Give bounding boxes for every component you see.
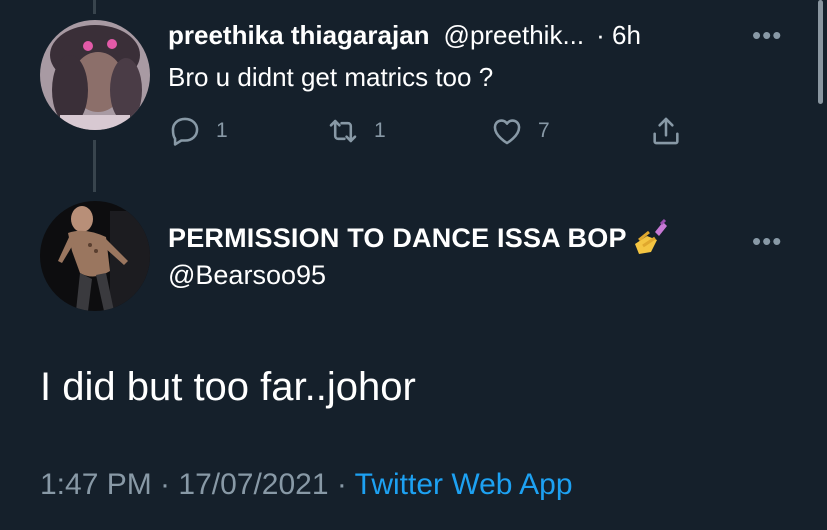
- more-icon[interactable]: •••: [752, 22, 782, 48]
- reply-icon: [171, 117, 199, 146]
- retweet-icon: [329, 119, 357, 143]
- reply-text: Bro u didnt get matrics too ?: [168, 62, 494, 92]
- more-icon[interactable]: •••: [752, 228, 782, 254]
- avatar[interactable]: [40, 20, 150, 130]
- avatar[interactable]: [40, 201, 150, 311]
- reply-display-name[interactable]: preethika thiagarajan: [168, 20, 430, 51]
- reply-button[interactable]: 1: [168, 114, 228, 148]
- like-button[interactable]: 7: [490, 114, 550, 148]
- nail-polish-emoji-icon: [631, 218, 671, 258]
- share-button[interactable]: [649, 114, 683, 148]
- thread-line-bottom: [93, 140, 96, 192]
- reply-time[interactable]: · 6h: [596, 20, 641, 51]
- reply-handle[interactable]: @preethik...: [444, 20, 585, 51]
- tweet-timestamp[interactable]: 1:47 PM · 17/07/2021 ·: [40, 468, 355, 501]
- heart-icon: [493, 119, 521, 145]
- share-icon: [653, 117, 679, 145]
- main-display-name[interactable]: PERMISSION TO DANCE ISSA BOP: [168, 223, 627, 254]
- thread-line-top: [93, 0, 96, 14]
- like-count: 7: [538, 119, 550, 142]
- retweet-count: 1: [374, 119, 386, 142]
- tweet-text: I did but too far..johor: [40, 365, 416, 409]
- reply-count: 1: [216, 119, 228, 142]
- main-handle[interactable]: @Bearsoo95: [168, 260, 326, 291]
- retweet-button[interactable]: 1: [326, 114, 386, 148]
- scrollbar[interactable]: [818, 0, 823, 104]
- tweet-source-link[interactable]: Twitter Web App: [355, 468, 573, 501]
